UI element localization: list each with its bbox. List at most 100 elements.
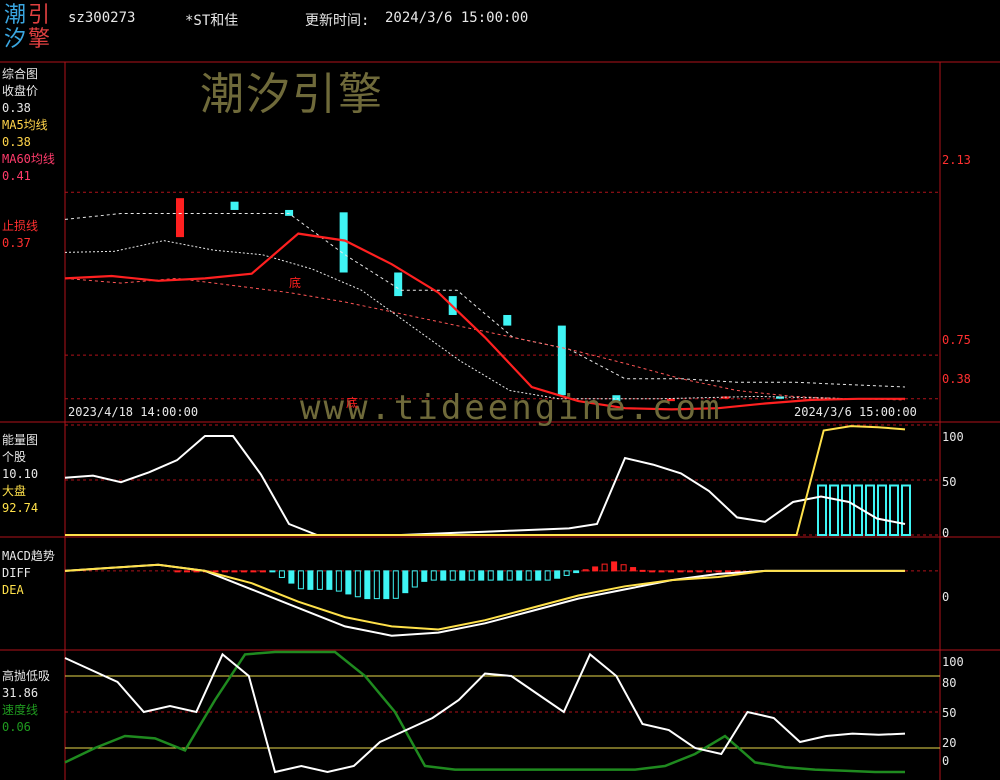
macd-bar <box>364 570 371 600</box>
macd-bar <box>725 570 732 573</box>
candle <box>503 314 512 326</box>
energy-bar <box>889 484 899 536</box>
energy-bar <box>841 484 851 536</box>
macd-bar <box>183 570 190 573</box>
main-panel-plot <box>64 191 940 411</box>
axis-tick: 0.75 <box>942 333 971 347</box>
macd-bar <box>506 570 513 581</box>
axis-tick: 2.13 <box>942 153 971 167</box>
macd-bar <box>174 570 181 573</box>
macd-bar <box>630 567 637 572</box>
macd-bar <box>259 570 266 573</box>
macd-bar <box>696 570 703 573</box>
macd-bar <box>592 566 599 572</box>
market-energy-line <box>65 425 906 536</box>
macd-bar <box>687 570 694 573</box>
energy-panel-plot <box>64 424 940 536</box>
bottom-mark: 底 <box>346 396 359 410</box>
ma60-line <box>64 232 905 411</box>
macd-bar <box>668 570 675 573</box>
macd-bar <box>231 570 238 573</box>
macd-bar <box>715 570 722 573</box>
macd-bar <box>620 564 627 572</box>
stock-value: 10.10 <box>2 467 39 481</box>
stop-line <box>64 277 906 401</box>
ma60-label: MA60均线 <box>2 152 55 166</box>
candle <box>285 209 294 216</box>
macd-bar <box>288 570 295 584</box>
axis-tick: 0 <box>942 590 950 604</box>
macd-bar <box>487 570 494 581</box>
energy-bar <box>901 484 911 536</box>
macd-bar <box>478 570 485 581</box>
macd-bar <box>240 570 247 573</box>
macd-bar <box>573 570 580 574</box>
ma5-value: 0.38 <box>2 135 31 149</box>
candle <box>557 325 566 396</box>
stock-energy-line <box>64 435 906 536</box>
macd-bar <box>516 570 523 581</box>
macd-title: MACD趋势 <box>2 549 55 563</box>
axis-tick: 50 <box>942 706 957 720</box>
stop-label: 止损线 <box>2 219 39 233</box>
macd-bar <box>468 570 475 581</box>
highlow-line <box>64 652 906 774</box>
bottom-mark: 底 <box>289 276 302 290</box>
macd-bar <box>459 570 466 581</box>
close-value: 0.38 <box>2 101 31 115</box>
axis-tick: 80 <box>942 676 957 690</box>
macd-bar <box>326 570 333 590</box>
ma5-label: MA5均线 <box>2 118 48 132</box>
macd-bar <box>221 570 228 573</box>
market-label: 大盘 <box>2 484 27 498</box>
axis-tick: 0.38 <box>942 372 971 386</box>
macd-bar <box>307 570 314 590</box>
axis-tick: 0 <box>942 754 950 768</box>
macd-bar <box>392 570 399 599</box>
macd-bar <box>611 561 618 572</box>
macd-bar <box>649 570 656 573</box>
energy-bar <box>829 484 839 536</box>
ma5-line <box>64 240 905 400</box>
macd-bar <box>677 570 684 573</box>
macd-bar <box>525 570 532 581</box>
diff-line <box>64 563 905 637</box>
end-date: 2024/3/6 15:00:00 <box>794 405 917 419</box>
macd-panel-plot <box>64 561 940 637</box>
axis-tick: 100 <box>942 430 964 444</box>
macd-bar <box>212 570 219 573</box>
dea-line <box>64 563 905 631</box>
start-date: 2023/4/18 14:00:00 <box>68 405 199 419</box>
band-line <box>64 213 906 388</box>
axis-tick: 100 <box>942 655 964 669</box>
macd-bar <box>383 570 390 600</box>
energy-bar <box>817 484 827 536</box>
macd-bar <box>354 570 361 598</box>
macd-bar <box>449 570 456 581</box>
macd-bar <box>345 570 352 595</box>
brand-watermark: 潮汐引擎 <box>200 69 384 120</box>
highlow-legend: 高抛低吸 31.86 速度线 0.06 <box>2 668 50 736</box>
axis-tick: 50 <box>942 475 957 489</box>
macd-bar <box>430 570 437 581</box>
main-title: 综合图 <box>2 67 39 81</box>
macd-bar <box>658 570 665 573</box>
macd-bar <box>544 570 551 581</box>
candle <box>176 198 184 238</box>
candle <box>230 201 239 210</box>
stop-value: 0.37 <box>2 236 31 250</box>
macd-bar <box>411 570 418 588</box>
close-label: 收盘价 <box>2 84 39 98</box>
macd-bar <box>278 570 285 578</box>
highlow-panel-plot <box>64 650 940 774</box>
macd-bar <box>706 570 713 573</box>
highlow-value: 31.86 <box>2 686 39 700</box>
stock-label: 个股 <box>2 450 27 464</box>
candle <box>394 272 403 297</box>
macd-bar <box>582 569 589 572</box>
speed-label: 速度线 <box>2 703 39 717</box>
axis-tick: 0 <box>942 526 950 540</box>
macd-bar <box>250 570 257 573</box>
macd-bar <box>316 570 323 590</box>
axis-tick: 20 <box>942 736 957 750</box>
